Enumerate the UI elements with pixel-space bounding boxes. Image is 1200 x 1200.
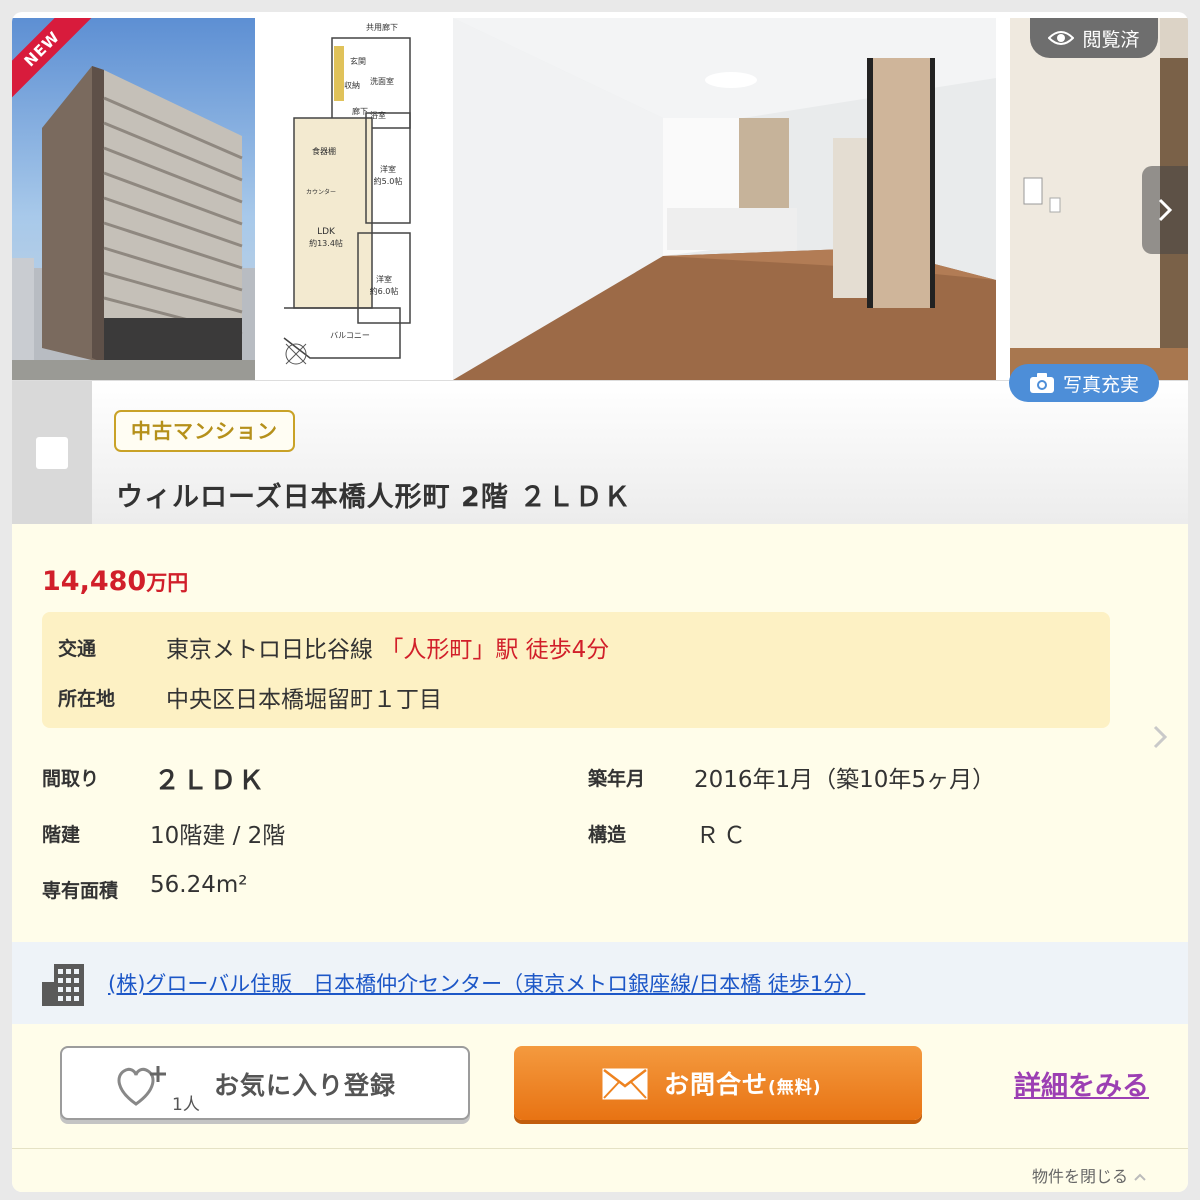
- access-label: 交通: [58, 638, 97, 660]
- favorite-label: お気に入り登録: [214, 1071, 397, 1100]
- price: 14,480万円: [42, 566, 188, 597]
- built-label: 築年月: [588, 768, 646, 790]
- floorplan-counter-label: カウンター: [306, 188, 336, 196]
- favorite-button[interactable]: 1人 お気に入り登録: [60, 1046, 470, 1120]
- price-value: 14,480: [42, 566, 147, 597]
- action-row: 1人 お気に入り登録 お問合せ(無料) 詳細をみる 物件を閉じる: [12, 1024, 1188, 1192]
- inquiry-text: お問合せ: [664, 1070, 769, 1099]
- area-label: 専有面積: [42, 880, 119, 902]
- floorplan-ldk-label: LDK: [317, 227, 336, 237]
- detail-link[interactable]: 詳細をみる: [1014, 1064, 1149, 1103]
- new-ribbon: NEW: [12, 18, 94, 100]
- close-property-button[interactable]: 物件を閉じる: [1032, 1163, 1147, 1187]
- photo-rich-label: 写真充実: [1062, 373, 1139, 396]
- chevron-right-icon: [1158, 198, 1173, 222]
- floorplan-hall-label: 廊下: [352, 106, 368, 116]
- photo-gallery[interactable]: 共用廊下 玄関 収納 洗面室 廊下 浴室 食器棚 カウンター LDK 約13.4…: [12, 18, 1188, 380]
- floorplan-corridor-label: 共用廊下: [366, 22, 398, 32]
- photo-floor-plan[interactable]: 共用廊下 玄関 収納 洗面室 廊下 浴室 食器棚 カウンター LDK 約13.4…: [270, 18, 438, 380]
- title-band: 中古マンション ウィルローズ日本橋人形町 2階 ２ＬＤＫ: [12, 380, 1188, 525]
- building-icon: [42, 964, 84, 1006]
- floorplan-ldk-size: 約13.4帖: [309, 238, 343, 248]
- favorite-count: 1人: [172, 1095, 200, 1115]
- structure-label: 構造: [588, 824, 627, 846]
- floorplan-pantry-label: 食器棚: [312, 146, 336, 156]
- photo-living-room[interactable]: [453, 18, 996, 380]
- close-row: 物件を閉じる: [12, 1148, 1188, 1192]
- floors-label: 階建: [42, 824, 81, 846]
- floorplan-balcony-label: バルコニー: [330, 331, 370, 340]
- layout-value: ２ＬＤＫ: [154, 766, 267, 796]
- heart-plus-icon: [117, 1066, 166, 1106]
- access-line: 東京メトロ日比谷線: [166, 637, 373, 663]
- floorplan-storage-label: 収納: [344, 80, 360, 90]
- layout-label: 間取り: [42, 768, 100, 790]
- area-value: 56.24m²: [150, 872, 248, 898]
- floorplan-laundry-label: 洗面室: [370, 76, 394, 86]
- new-badge: NEW: [12, 18, 94, 100]
- property-type-badge: 中古マンション: [114, 410, 295, 452]
- viewed-label: 閲覧済: [1082, 28, 1140, 51]
- select-column[interactable]: [12, 381, 92, 525]
- inquiry-free-note: (無料): [768, 1078, 822, 1098]
- inquiry-button[interactable]: お問合せ(無料): [514, 1046, 922, 1120]
- select-checkbox[interactable]: [36, 437, 68, 469]
- close-property-label: 物件を閉じる: [1032, 1167, 1129, 1186]
- access-station: 「人形町」駅 徒歩4分: [380, 637, 610, 663]
- floorplan-room1-size: 約5.0帖: [374, 176, 403, 186]
- eye-icon: [1048, 31, 1075, 45]
- floorplan-room1-label: 洋室: [380, 164, 396, 174]
- camera-icon: [1029, 373, 1054, 393]
- inquiry-label: お問合せ(無料): [664, 1065, 822, 1101]
- property-title[interactable]: ウィルローズ日本橋人形町 2階 ２ＬＤＫ: [116, 475, 631, 514]
- property-card: 共用廊下 玄関 収納 洗面室 廊下 浴室 食器棚 カウンター LDK 約13.4…: [12, 12, 1188, 1192]
- agent-link[interactable]: (株)グローバル住販 日本橋仲介センター（東京メトロ銀座線/日本橋 徒歩1分）: [108, 968, 865, 998]
- mail-icon: [602, 1068, 648, 1100]
- agent-row: (株)グローバル住販 日本橋仲介センター（東京メトロ銀座線/日本橋 徒歩1分）: [12, 942, 1188, 1024]
- access-box: 交通 東京メトロ日比谷線 「人形町」駅 徒歩4分 所在地 中央区日本橋堀留町１丁…: [42, 612, 1110, 728]
- structure-value: ＲＣ: [696, 823, 750, 849]
- property-details: 14,480万円 交通 東京メトロ日比谷線 「人形町」駅 徒歩4分 所在地 中央…: [12, 524, 1188, 942]
- floorplan-bath-label: 浴室: [370, 110, 386, 120]
- floorplan-room2-size: 約6.0帖: [370, 286, 399, 296]
- floorplan-entrance-label: 玄関: [350, 56, 366, 66]
- floorplan-room2-label: 洋室: [376, 274, 392, 284]
- address-label: 所在地: [58, 688, 116, 710]
- gallery-next-button[interactable]: [1142, 166, 1188, 254]
- chevron-right-icon[interactable]: [1152, 724, 1168, 750]
- chevron-up-icon: [1134, 1173, 1146, 1181]
- price-unit: 万円: [146, 571, 189, 595]
- address-value: 中央区日本橋堀留町１丁目: [166, 687, 442, 713]
- built-value: 2016年1月（築10年5ヶ月）: [694, 767, 996, 793]
- viewed-badge: 閲覧済: [1030, 18, 1158, 58]
- floors-value: 10階建 / 2階: [150, 823, 286, 849]
- photo-rich-badge: 写真充実: [1009, 364, 1159, 402]
- access-value: 東京メトロ日比谷線 「人形町」駅 徒歩4分: [166, 630, 609, 664]
